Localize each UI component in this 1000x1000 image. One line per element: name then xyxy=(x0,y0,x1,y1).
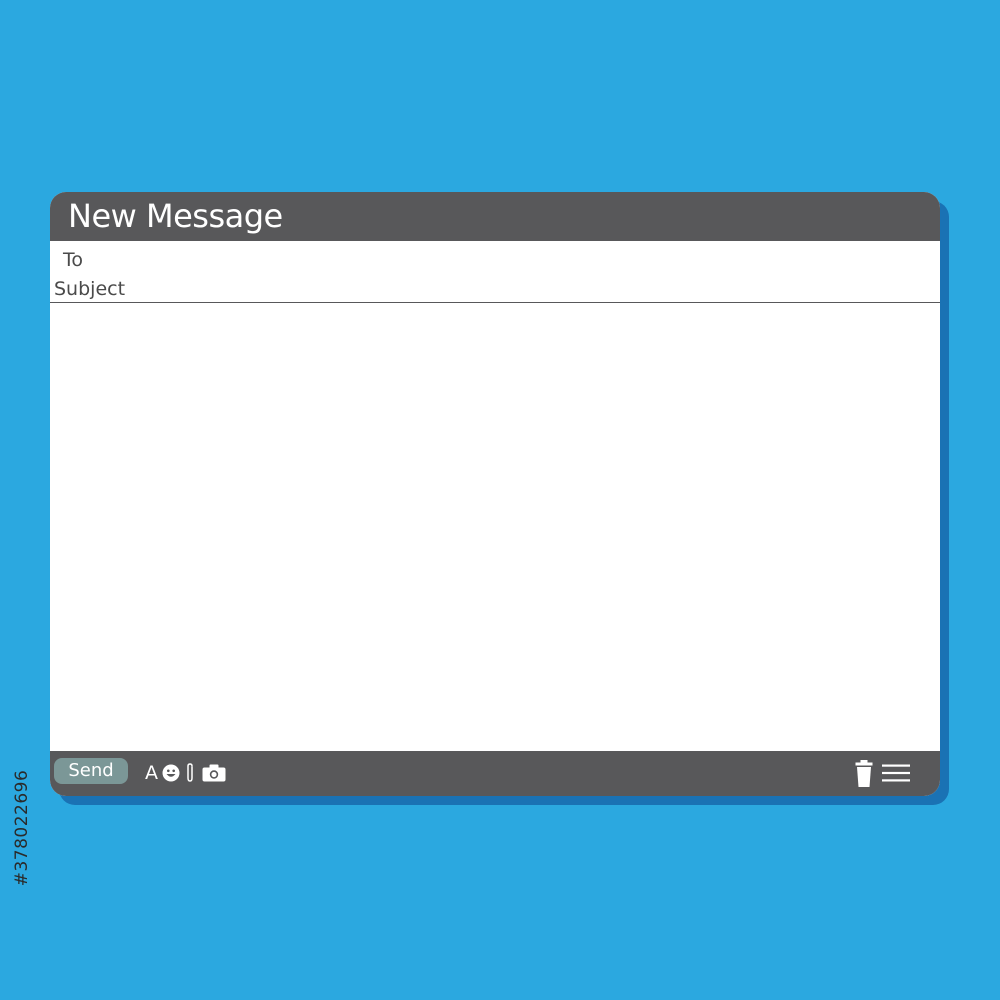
subject-field-row: Subject xyxy=(50,273,940,303)
paperclip-icon[interactable] xyxy=(185,762,195,789)
compose-window: New Message To Subject Send A xyxy=(50,192,940,796)
subject-label: Subject xyxy=(54,278,126,300)
to-label: To xyxy=(63,249,84,271)
font-format-icon[interactable]: A xyxy=(145,763,158,783)
emoji-icon[interactable] xyxy=(162,764,180,787)
message-body[interactable] xyxy=(50,303,940,751)
title-bar: New Message xyxy=(50,192,940,241)
to-field-row: To xyxy=(50,244,940,274)
send-button[interactable]: Send xyxy=(54,758,128,784)
camera-icon[interactable] xyxy=(202,764,226,787)
to-input[interactable] xyxy=(140,246,924,272)
trash-icon[interactable] xyxy=(855,760,873,793)
subject-input[interactable] xyxy=(140,275,924,301)
menu-icon[interactable] xyxy=(882,764,910,787)
stock-id-watermark: #378022696 xyxy=(12,758,32,898)
stock-id-text: #378022696 xyxy=(12,769,32,887)
bottom-toolbar: Send A xyxy=(50,751,940,796)
window-title: New Message xyxy=(68,197,283,235)
